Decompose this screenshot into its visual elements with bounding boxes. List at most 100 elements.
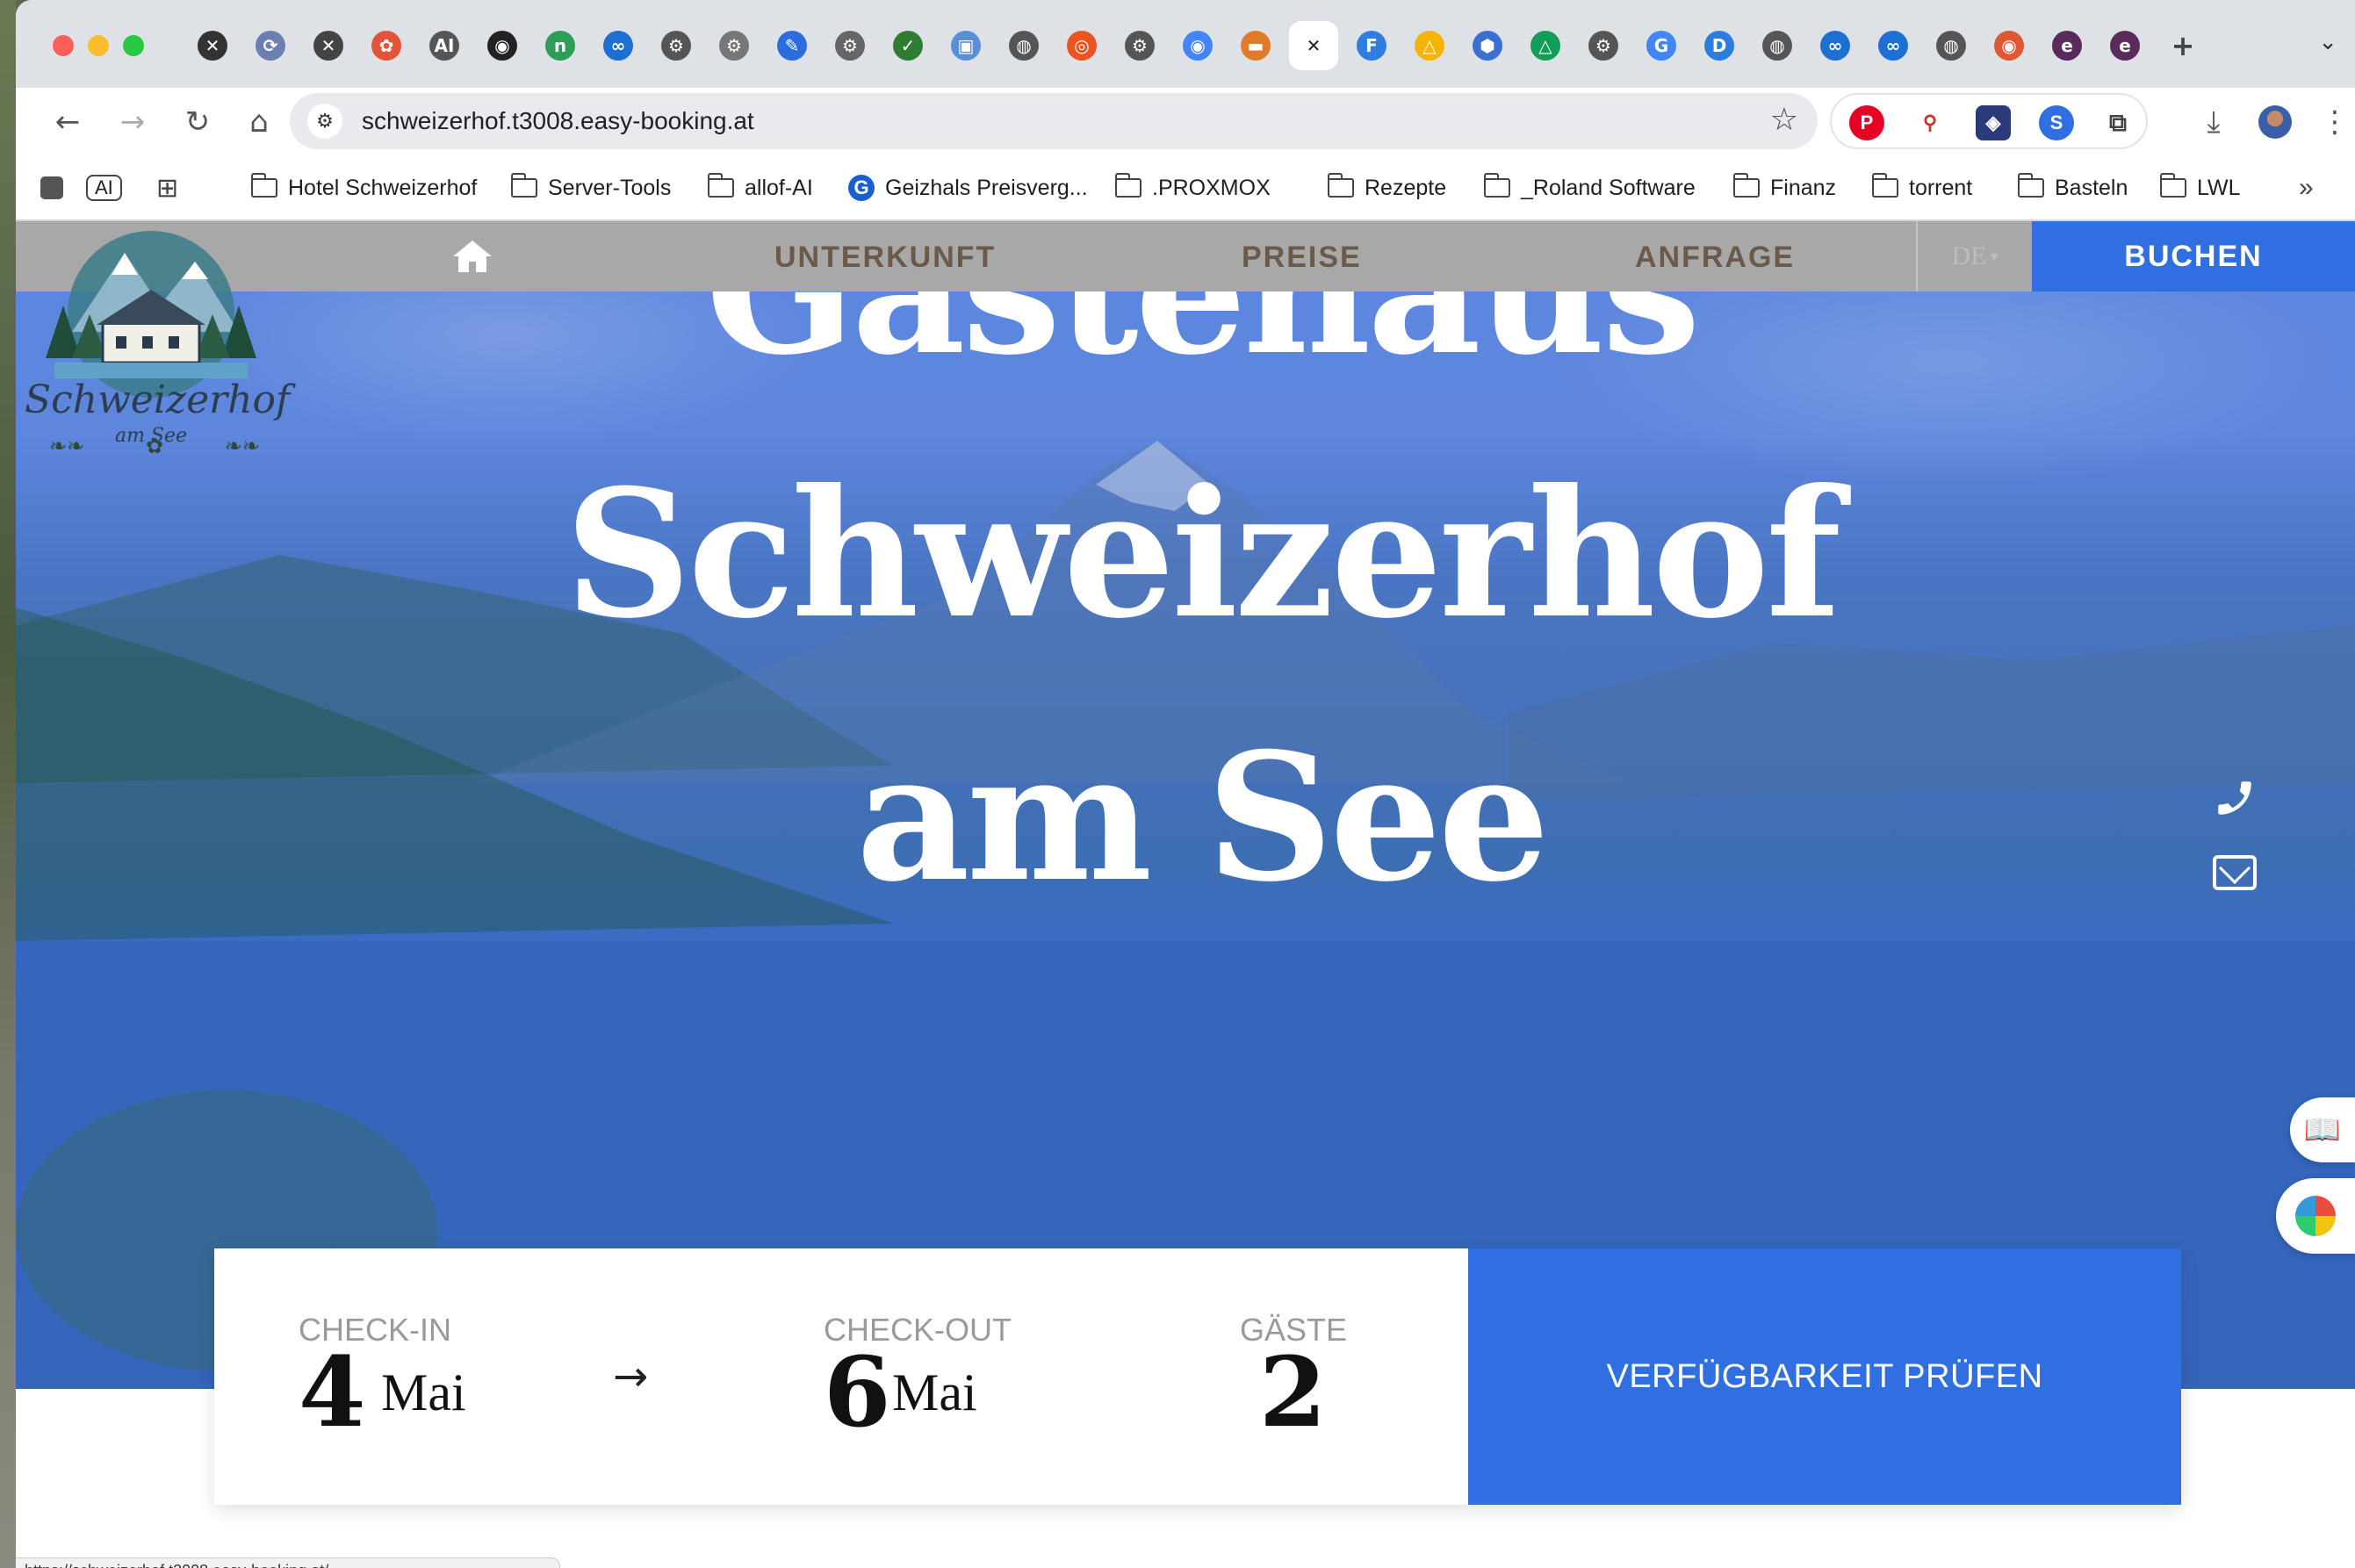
folder-icon <box>2159 173 2186 198</box>
bookmark-star-icon[interactable]: ☆ <box>1770 102 1798 138</box>
browser-menu-icon[interactable]: ⋮ <box>2313 100 2355 144</box>
tab-translate-icon: G <box>1646 31 1676 61</box>
phone-icon[interactable] <box>2213 776 2257 820</box>
bookmark-item[interactable]: Basteln <box>2017 170 2128 205</box>
bookmark-label: LWL <box>2197 175 2241 200</box>
url-text[interactable]: schweizerhof.t3008.easy-booking.at <box>362 107 754 135</box>
browser-tab[interactable]: △ <box>1521 21 1570 70</box>
language-selector[interactable]: DE ▾ <box>1916 221 2032 291</box>
tab-github-icon: ◉ <box>487 31 517 61</box>
bookmark-item[interactable]: allof-AI <box>707 170 813 205</box>
browser-tab[interactable]: ✕ <box>1289 21 1338 70</box>
folder-icon <box>1871 173 1898 198</box>
browser-tab[interactable]: ▬ <box>1231 21 1280 70</box>
mail-icon[interactable] <box>2213 855 2257 890</box>
browser-tab[interactable]: e <box>2042 21 2092 70</box>
browser-tab[interactable]: ◉ <box>1984 21 2034 70</box>
site-navigation: UNTERKUNFT PREISE ANFRAGE DE ▾ BUCHEN <box>16 221 2355 291</box>
browser-tab[interactable]: ⚙ <box>652 21 701 70</box>
bookmark-label: Basteln <box>2055 175 2128 200</box>
guide-book-icon[interactable]: 📖 <box>2290 1097 2355 1162</box>
nav-link-preise[interactable]: PREISE <box>1242 241 1362 275</box>
home-nav-icon[interactable] <box>451 239 493 274</box>
browser-tab[interactable]: ⚙ <box>1579 21 1628 70</box>
checkout-month[interactable]: Mai <box>892 1363 977 1423</box>
site-settings-icon[interactable]: ⚙ <box>307 104 342 139</box>
checkout-day[interactable]: 6 <box>824 1340 891 1445</box>
site-logo[interactable]: Schweizerhof am See ❧❧ ✿ ❧❧ <box>19 227 290 481</box>
window-close-button[interactable] <box>53 35 74 56</box>
s-extension-icon[interactable]: S <box>2039 105 2074 140</box>
browser-tab[interactable]: ◉ <box>478 21 527 70</box>
tab-chrome-icon: ◉ <box>1183 31 1213 61</box>
browser-tab[interactable]: G <box>1637 21 1686 70</box>
address-bar[interactable]: ⚙ schweizerhof.t3008.easy-booking.at ☆ <box>290 93 1818 149</box>
profile-avatar[interactable] <box>2253 100 2297 144</box>
browser-tab[interactable]: ✿ <box>362 21 411 70</box>
accessibility-widget-icon[interactable] <box>2276 1178 2355 1254</box>
tab-duckduckgo-icon: ◉ <box>1994 31 2024 61</box>
apps-grid-icon[interactable]: ⊞ <box>156 170 178 205</box>
pinterest-extension-icon[interactable]: P <box>1849 105 1884 140</box>
browser-tab[interactable]: n <box>536 21 585 70</box>
reload-icon[interactable]: ↻ <box>176 100 220 144</box>
browser-tab[interactable]: ◍ <box>1753 21 1802 70</box>
browser-tab[interactable]: ⚙ <box>709 21 759 70</box>
window-maximize-button[interactable] <box>123 35 144 56</box>
bookmark-item[interactable]: G Geizhals Preisverg... <box>848 170 1088 205</box>
browser-tab[interactable]: ▣ <box>941 21 990 70</box>
tab-search-chevron-icon[interactable]: ⌄ <box>2318 28 2337 55</box>
browser-tab[interactable]: ⬢ <box>1463 21 1512 70</box>
checkin-month[interactable]: Mai <box>381 1363 466 1423</box>
download-icon[interactable]: ⤓ <box>2192 100 2236 144</box>
browser-tab[interactable]: ∞ <box>1811 21 1860 70</box>
back-arrow-icon[interactable]: ← <box>46 100 90 144</box>
extensions-puzzle-icon[interactable]: ⧉ <box>2100 105 2135 140</box>
nav-link-anfrage[interactable]: ANFRAGE <box>1635 241 1795 275</box>
web-page: Gästehaus Schweizerhof am See UNTERKUNFT… <box>16 221 2355 1568</box>
tools-extension-icon[interactable]: ⚲ <box>1912 105 1948 140</box>
browser-tab[interactable]: ✕ <box>188 21 237 70</box>
browser-tab[interactable]: ◍ <box>999 21 1048 70</box>
window-minimize-button[interactable] <box>88 35 109 56</box>
browser-tab[interactable]: ∞ <box>594 21 643 70</box>
tab-gdrive-icon: △ <box>1530 31 1560 61</box>
bookmark-item[interactable]: torrent <box>1871 170 1972 205</box>
browser-tab[interactable]: ✓ <box>883 21 933 70</box>
bookmark-item[interactable]: _Roland Software <box>1483 170 1696 205</box>
bookmark-item[interactable]: LWL <box>2159 170 2241 205</box>
tab-e-icon: e <box>2052 31 2082 61</box>
browser-tab[interactable]: ◍ <box>1926 21 1976 70</box>
browser-tab[interactable]: ⚙ <box>1115 21 1164 70</box>
browser-tab[interactable]: ◉ <box>1173 21 1222 70</box>
bookmark-item[interactable]: Finanz <box>1732 170 1836 205</box>
browser-tab[interactable]: ◎ <box>1057 21 1106 70</box>
browser-tab[interactable]: AI <box>420 21 469 70</box>
bookmark-square-icon[interactable] <box>40 170 63 205</box>
browser-tab[interactable]: ⚙ <box>825 21 875 70</box>
bookmark-ai[interactable]: AI <box>86 170 122 205</box>
home-icon[interactable]: ⌂ <box>237 100 281 144</box>
bookmark-item[interactable]: .PROXMOX <box>1114 170 1271 205</box>
forward-arrow-icon[interactable]: → <box>111 100 155 144</box>
check-availability-button[interactable]: VERFÜGBARKEIT PRÜFEN <box>1468 1248 2181 1505</box>
bookmark-item[interactable]: Hotel Schweizerhof <box>250 170 477 205</box>
tab-openai-icon: ⚙ <box>1125 31 1155 61</box>
nav-book-button[interactable]: BUCHEN <box>2032 221 2355 291</box>
browser-tab[interactable]: ∞ <box>1869 21 1918 70</box>
more-bookmarks-chevron-icon[interactable]: » <box>2299 170 2314 205</box>
nav-link-unterkunft[interactable]: UNTERKUNFT <box>774 241 996 275</box>
bookmark-item[interactable]: Server-Tools <box>510 170 671 205</box>
browser-tab[interactable]: △ <box>1405 21 1454 70</box>
browser-tab[interactable]: ⟳ <box>246 21 295 70</box>
browser-tab[interactable]: D <box>1695 21 1744 70</box>
browser-tab[interactable]: + <box>2158 21 2207 70</box>
browser-tab[interactable]: ✎ <box>767 21 817 70</box>
guests-value[interactable]: 2 <box>1259 1340 1327 1445</box>
bookmark-item[interactable]: Rezepte <box>1327 170 1446 205</box>
checkin-day[interactable]: 4 <box>299 1340 366 1445</box>
browser-tab[interactable]: e <box>2100 21 2150 70</box>
browser-tab[interactable]: ✕ <box>304 21 353 70</box>
colorful-extension-icon[interactable]: ◈ <box>1976 105 2011 140</box>
browser-tab[interactable]: F <box>1347 21 1396 70</box>
